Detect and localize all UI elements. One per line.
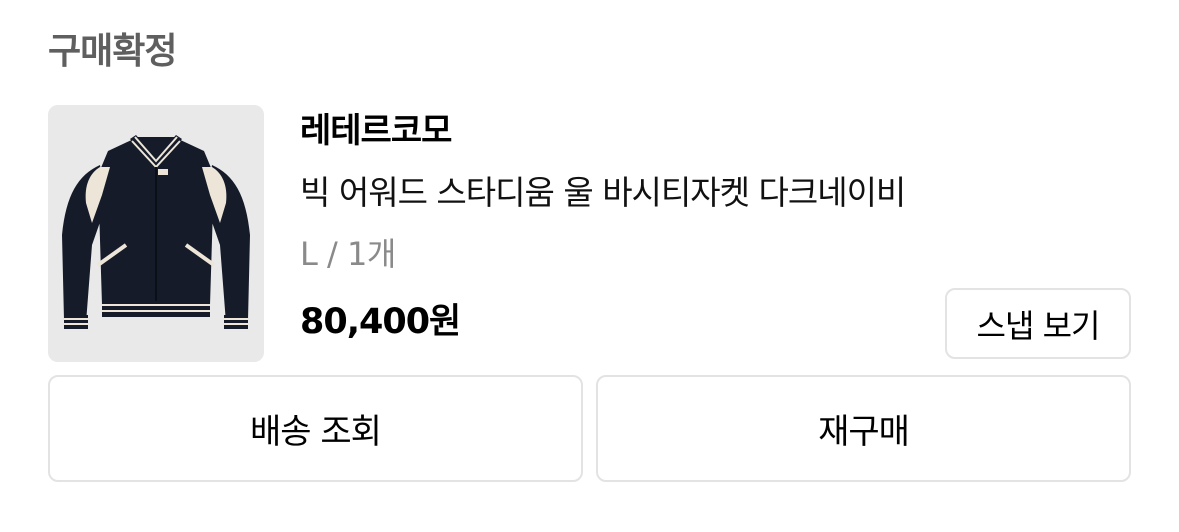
- varsity-jacket-image: [48, 105, 264, 362]
- rebuy-button[interactable]: 재구매: [596, 375, 1131, 482]
- product-thumbnail[interactable]: [48, 105, 264, 362]
- product-option: L / 1개: [300, 235, 396, 273]
- brand-name[interactable]: 레테르코모: [300, 108, 452, 154]
- product-name[interactable]: 빅 어워드 스타디움 울 바시티자켓 다크네이비: [300, 170, 906, 216]
- delivery-tracking-button[interactable]: 배송 조회: [48, 375, 583, 482]
- product-price: 80,400원: [300, 302, 461, 342]
- order-status-label: 구매확정: [48, 31, 177, 72]
- snap-view-button[interactable]: 스냅 보기: [945, 288, 1131, 359]
